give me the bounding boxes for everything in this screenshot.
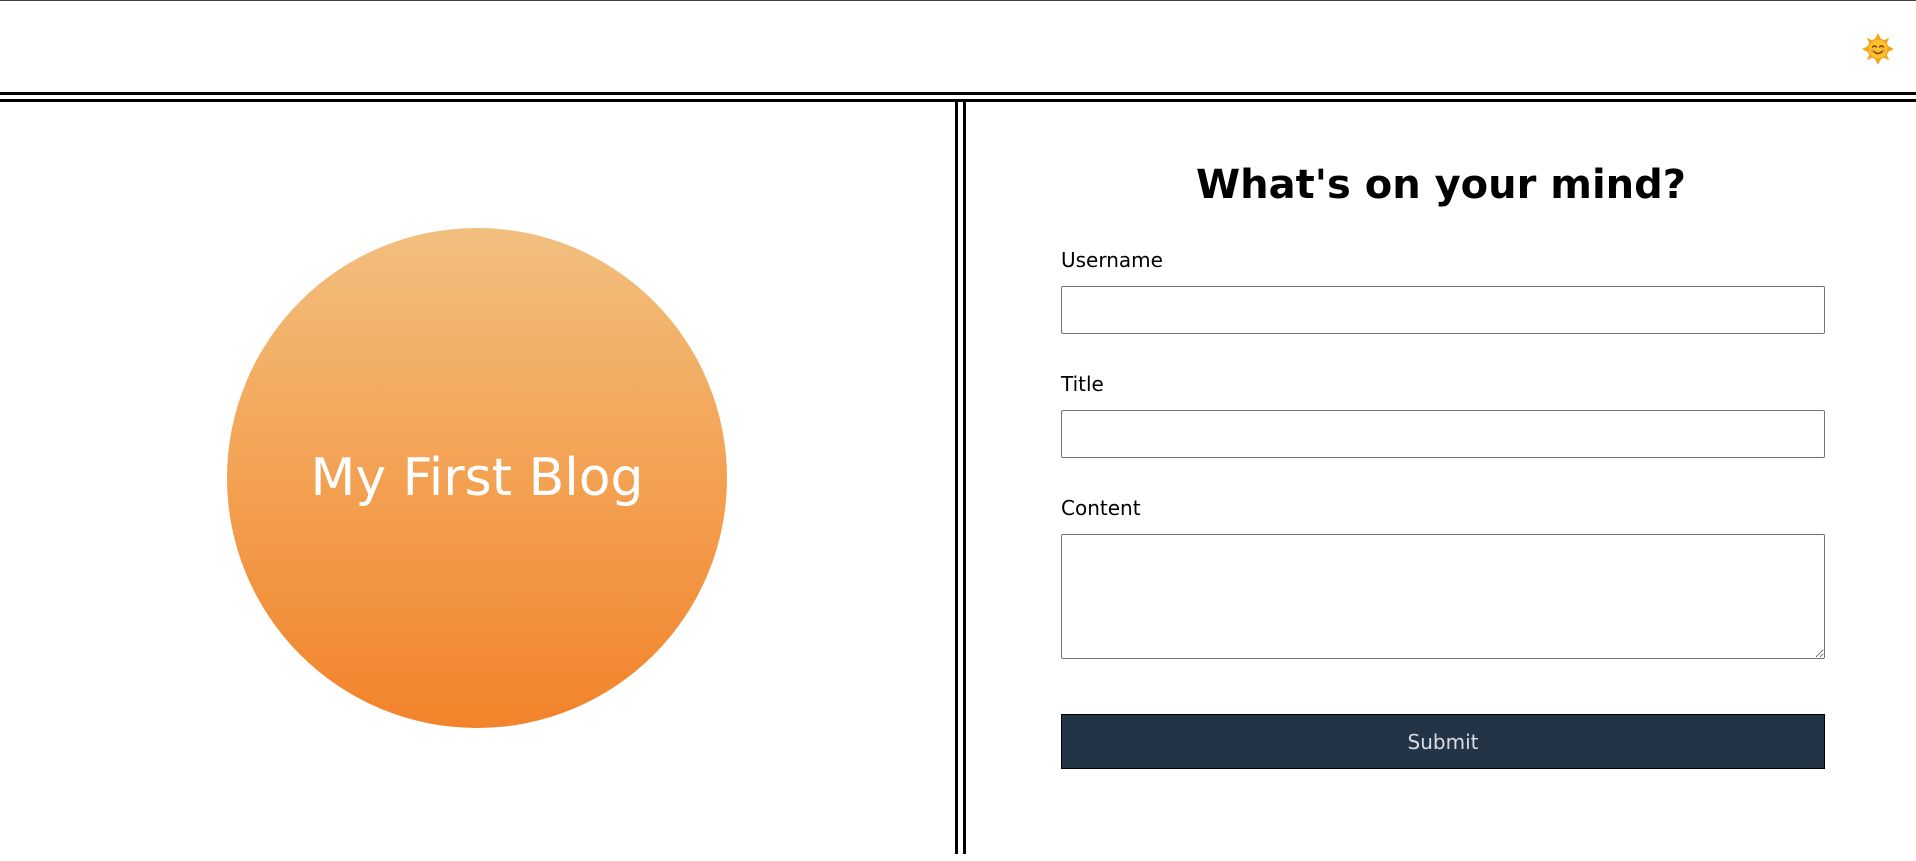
panel-divider [955, 102, 966, 854]
form-heading: What's on your mind? [1196, 162, 1686, 208]
smiling-sun-icon[interactable] [1862, 33, 1894, 65]
page: My First Blog What's on your mind? Usern… [0, 0, 1916, 861]
post-form: What's on your mind? Username Title Cont… [966, 102, 1916, 854]
blog-circle: My First Blog [227, 228, 727, 728]
content-textarea[interactable] [1061, 534, 1825, 659]
header-border [0, 92, 1916, 102]
title-label: Title [1061, 372, 1104, 396]
username-input[interactable] [1061, 286, 1825, 334]
content-label: Content [1061, 496, 1141, 520]
submit-button[interactable]: Submit [1061, 714, 1825, 769]
title-input[interactable] [1061, 410, 1825, 458]
header [0, 1, 1916, 92]
hero-panel: My First Blog [0, 102, 955, 854]
blog-title: My First Blog [310, 448, 644, 508]
username-label: Username [1061, 248, 1163, 272]
